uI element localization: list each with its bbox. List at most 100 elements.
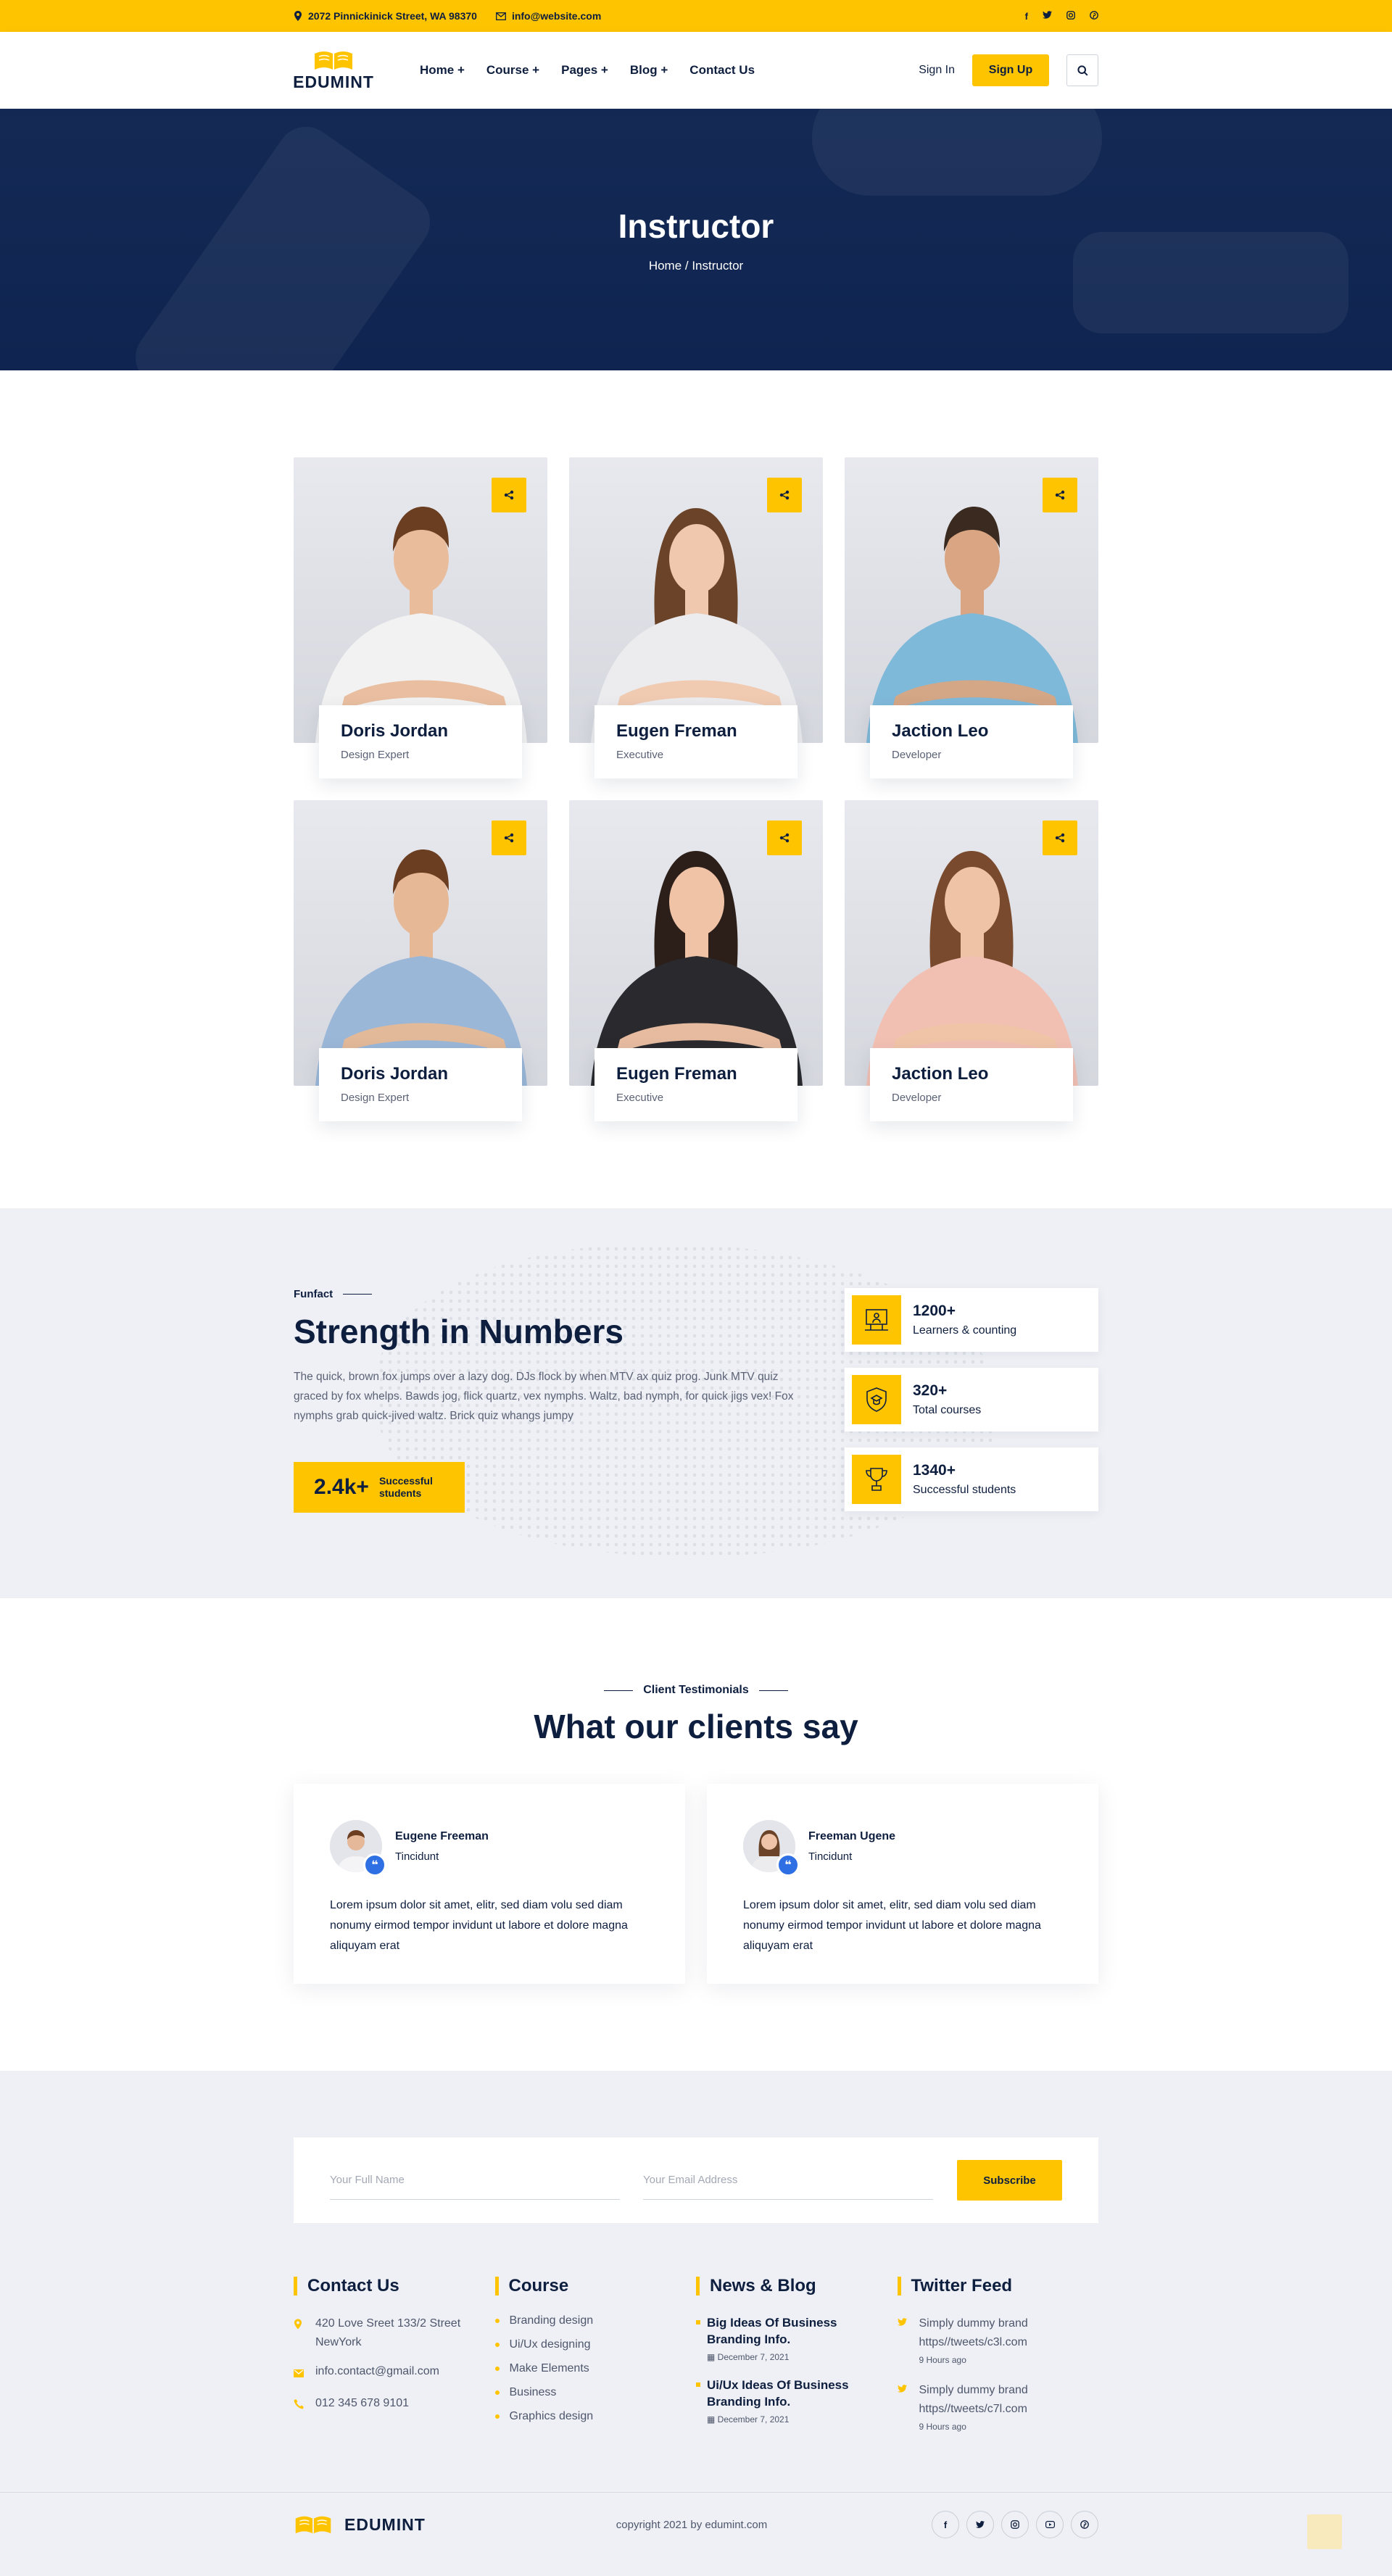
tweet-text[interactable]: Simply dummy brand https//tweets/c3l.com — [919, 2314, 1050, 2352]
facebook-icon[interactable]: f — [932, 2511, 959, 2538]
sign-in-link[interactable]: Sign In — [919, 64, 955, 77]
instructor-name[interactable]: Jaction Leo — [892, 721, 1051, 741]
instructor-name[interactable]: Eugen Freman — [616, 1064, 776, 1084]
news-item[interactable]: Big Ideas Of Business Branding Info. ▦ D… — [696, 2314, 898, 2362]
youtube-icon[interactable] — [1036, 2511, 1064, 2538]
breadcrumb: Home / Instructor — [648, 258, 744, 273]
course-link[interactable]: Branding design — [494, 2314, 697, 2327]
nav-blog[interactable]: Blog + — [630, 63, 668, 78]
course-link-text[interactable]: Ui/Ux designing — [510, 2338, 591, 2351]
instructor-name[interactable]: Doris Jordan — [341, 1064, 500, 1084]
instructor-info: Jaction Leo Developer — [870, 705, 1073, 778]
facebook-icon[interactable]: f — [1025, 11, 1028, 22]
news-title[interactable]: Ui/Ux Ideas Of Business Branding Info. — [707, 2377, 859, 2410]
course-link-text[interactable]: Branding design — [510, 2314, 594, 2327]
share-button[interactable] — [492, 478, 526, 512]
avatar: ❝ — [743, 1820, 800, 1877]
instructor-card[interactable]: Doris Jordan Design Expert — [294, 457, 547, 778]
testimonial-role: Tincidunt — [395, 1850, 439, 1863]
email-input[interactable]: Your Email Address — [643, 2161, 933, 2200]
badge-value: 2.4k+ — [314, 1475, 369, 1499]
instructor-name[interactable]: Jaction Leo — [892, 1064, 1051, 1084]
contact-email[interactable]: info.contact@gmail.com — [294, 2362, 495, 2384]
course-link[interactable]: Make Elements — [494, 2362, 697, 2375]
pinterest-icon[interactable] — [1090, 10, 1098, 22]
topbar-email[interactable]: info@website.com — [495, 10, 601, 22]
site-logo[interactable]: EDUMINT — [293, 49, 373, 92]
testimonials-tag: Client Testimonials — [294, 1684, 1098, 1697]
share-button[interactable] — [492, 820, 526, 855]
stat-value: 320+ — [913, 1382, 948, 1399]
instructor-card[interactable]: Jaction Leo Developer — [845, 457, 1098, 778]
nav-course[interactable]: Course + — [486, 63, 539, 78]
stat-card: 320+ Total courses — [845, 1368, 1098, 1432]
instructor-info: Doris Jordan Design Expert — [319, 1048, 522, 1121]
subscribe-button[interactable]: Subscribe — [957, 2160, 1062, 2201]
stat-value: 1340+ — [913, 1462, 956, 1479]
course-link-text[interactable]: Business — [510, 2386, 557, 2399]
bullet — [494, 2319, 500, 2323]
sign-up-button[interactable]: Sign Up — [972, 54, 1049, 86]
tag-line — [343, 1294, 373, 1295]
full-name-input[interactable]: Your Full Name — [330, 2161, 620, 2200]
contact-phone[interactable]: 012 345 678 9101 — [294, 2394, 495, 2416]
nav-contact[interactable]: Contact Us — [689, 63, 755, 78]
instructor-card[interactable]: Jaction Leo Developer — [845, 800, 1098, 1121]
instagram-icon[interactable] — [1066, 10, 1075, 22]
course-link[interactable]: Graphics design — [494, 2410, 697, 2423]
quote-icon: ❝ — [363, 1853, 386, 1877]
contact-phone-text[interactable]: 012 345 678 9101 — [315, 2394, 409, 2416]
instagram-icon[interactable] — [1001, 2511, 1029, 2538]
instructor-info: Jaction Leo Developer — [870, 1048, 1073, 1121]
instructor-role: Design Expert — [341, 1092, 410, 1104]
course-link[interactable]: Business — [494, 2386, 697, 2399]
instructor-card[interactable]: Eugen Freman Executive — [569, 800, 823, 1121]
instructor-card[interactable]: Eugen Freman Executive — [569, 457, 823, 778]
instructor-name[interactable]: Eugen Freman — [616, 721, 776, 741]
instructor-name[interactable]: Doris Jordan — [341, 721, 500, 741]
share-icon — [1055, 490, 1065, 500]
news-item[interactable]: Ui/Ux Ideas Of Business Branding Info. ▦… — [696, 2377, 898, 2425]
news-date: ▦ December 7, 2021 — [707, 2414, 898, 2425]
footer-twitter: Twitter Feed Simply dummy brand https//t… — [897, 2277, 1099, 2448]
mail-icon — [294, 2365, 305, 2384]
share-icon — [504, 833, 514, 843]
shield-icon — [852, 1375, 901, 1424]
twitter-icon[interactable] — [1043, 10, 1052, 22]
course-link-text[interactable]: Graphics design — [510, 2410, 594, 2423]
phone-icon — [294, 2397, 305, 2416]
twitter-icon[interactable] — [966, 2511, 994, 2538]
nav-home[interactable]: Home + — [420, 63, 465, 78]
testimonials-tag-text: Client Testimonials — [643, 1684, 749, 1696]
share-button[interactable] — [1043, 820, 1077, 855]
instructor-card[interactable]: Doris Jordan Design Expert — [294, 800, 547, 1121]
contact-email-text[interactable]: info.contact@gmail.com — [315, 2362, 439, 2384]
bullet — [494, 2414, 500, 2419]
share-icon — [1055, 833, 1065, 843]
search-button[interactable] — [1066, 54, 1098, 86]
funfact-text: The quick, brown fox jumps over a lazy d… — [294, 1371, 794, 1422]
scroll-to-top-button[interactable] — [1307, 2514, 1342, 2549]
tweet-text[interactable]: Simply dummy brand https//tweets/c7l.com — [919, 2381, 1050, 2419]
share-button[interactable] — [767, 478, 802, 512]
pinterest-icon[interactable] — [1071, 2511, 1098, 2538]
map-pin-icon — [294, 2317, 305, 2352]
instructor-role: Developer — [892, 749, 942, 761]
funfact-tag-text: Funfact — [294, 1288, 334, 1300]
course-link-text[interactable]: Make Elements — [510, 2362, 589, 2375]
tag-line — [604, 1690, 634, 1691]
course-link[interactable]: Ui/Ux designing — [494, 2338, 697, 2351]
topbar-email-text[interactable]: info@website.com — [512, 10, 601, 22]
quote-icon: ❝ — [776, 1853, 800, 1877]
footer-logo[interactable]: EDUMINT — [294, 2514, 426, 2535]
footer-social: f — [932, 2511, 1098, 2538]
news-title[interactable]: Big Ideas Of Business Branding Info. — [707, 2314, 859, 2348]
share-button[interactable] — [767, 820, 802, 855]
contact-address: 420 Love Sreet 133/2 Street NewYork — [294, 2314, 495, 2352]
footer-logo-text: EDUMINT — [344, 2514, 426, 2534]
stat-value: 1200+ — [913, 1302, 956, 1319]
twitter-icon — [897, 2317, 909, 2365]
nav-pages[interactable]: Pages + — [561, 63, 608, 78]
footer-contact: Contact Us 420 Love Sreet 133/2 Street N… — [294, 2277, 495, 2448]
share-button[interactable] — [1043, 478, 1077, 512]
